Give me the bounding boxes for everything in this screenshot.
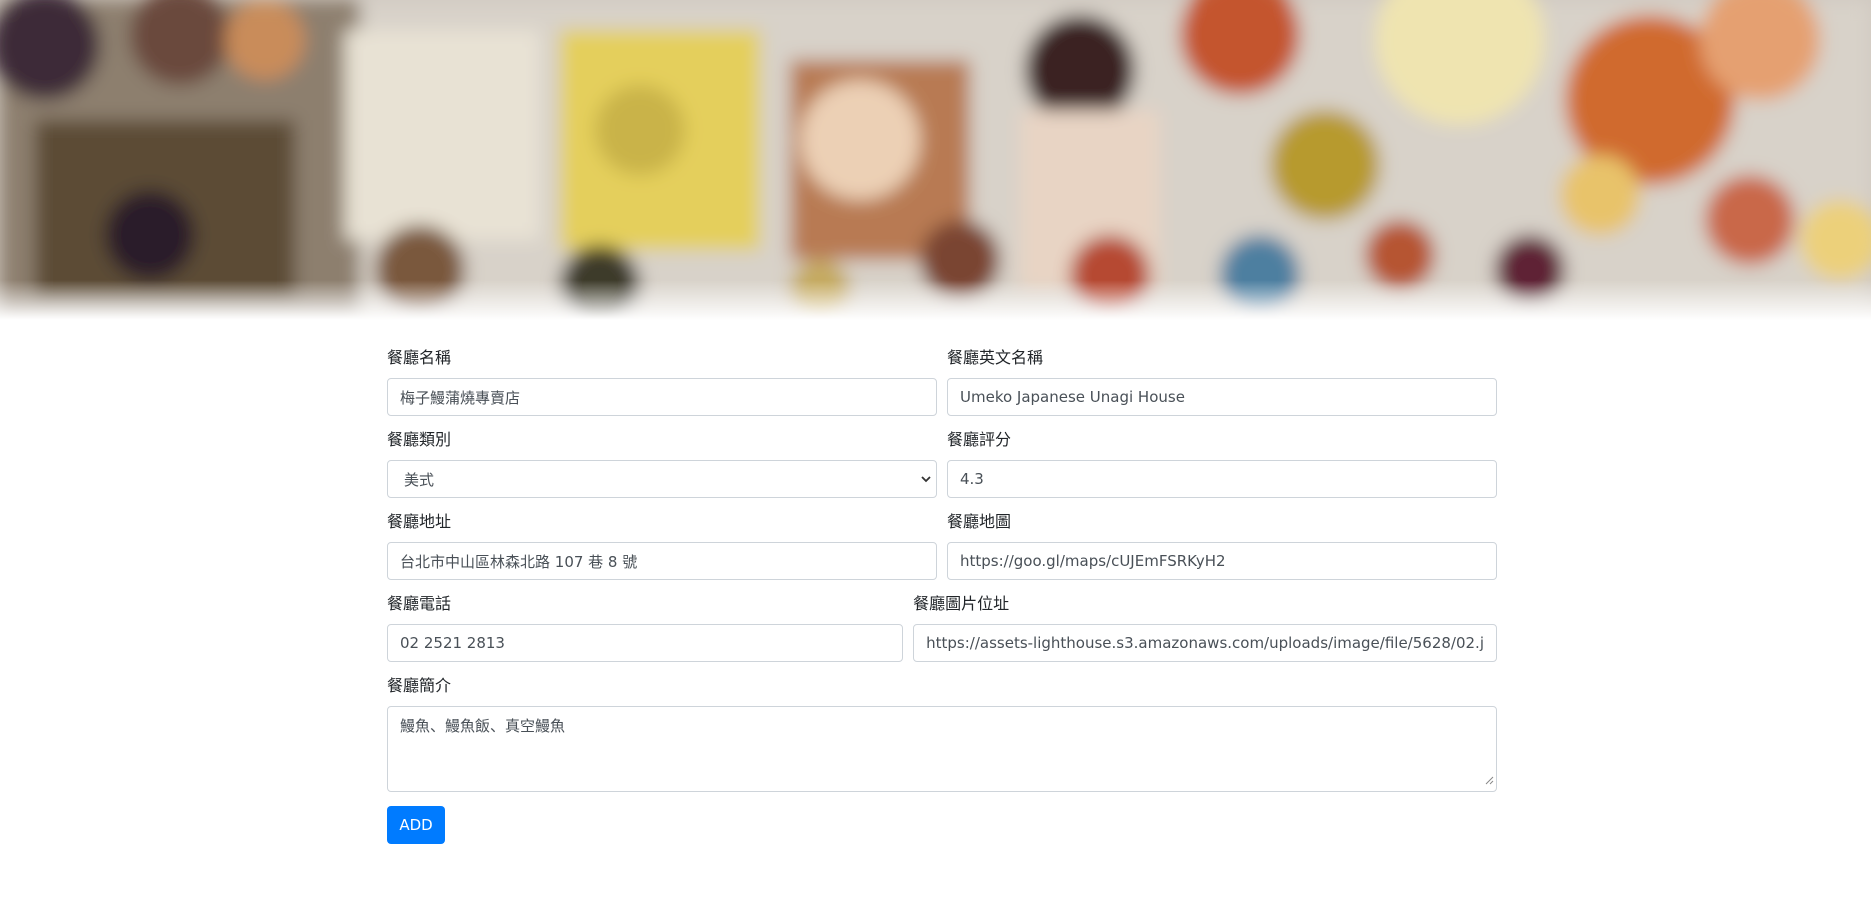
name-input[interactable]: 梅子鰻蒲燒專賣店	[387, 378, 937, 416]
image-url-input[interactable]: https://assets-lighthouse.s3.amazonaws.c…	[913, 624, 1497, 662]
form-row-name: 餐廳名稱 梅子鰻蒲燒專賣店 餐廳英文名稱 Umeko Japanese Unag…	[387, 348, 1497, 430]
resize-handle-icon[interactable]	[1484, 771, 1494, 789]
new-restaurant-form: 餐廳名稱 梅子鰻蒲燒專賣店 餐廳英文名稱 Umeko Japanese Unag…	[387, 348, 1497, 844]
name-en-label: 餐廳英文名稱	[947, 348, 1044, 367]
rating-group: 餐廳評分 4.3	[947, 430, 1497, 498]
description-text: 鰻魚、鰻魚飯、真空鰻魚	[400, 717, 566, 735]
map-input[interactable]: https://goo.gl/maps/cUJEmFSRKyH2	[947, 542, 1497, 580]
category-select[interactable]: 美式	[387, 460, 937, 498]
phone-label: 餐廳電話	[387, 594, 452, 613]
category-label: 餐廳類別	[387, 430, 452, 449]
banner-fade	[0, 280, 1871, 320]
form-row-category: 餐廳類別 美式 餐廳評分 4.3	[387, 430, 1497, 512]
description-group: 餐廳簡介 鰻魚、鰻魚飯、真空鰻魚	[387, 676, 1497, 792]
map-group: 餐廳地圖 https://goo.gl/maps/cUJEmFSRKyH2	[947, 512, 1497, 580]
food-banner-image	[0, 0, 1871, 320]
image-label: 餐廳圖片位址	[913, 594, 1010, 613]
chevron-down-icon	[920, 473, 932, 485]
name-label: 餐廳名稱	[387, 348, 452, 367]
rating-label: 餐廳評分	[947, 430, 1012, 449]
phone-group: 餐廳電話 02 2521 2813	[387, 594, 904, 662]
rating-input[interactable]: 4.3	[947, 460, 1497, 498]
location-input[interactable]: 台北市中山區林森北路 107 巷 8 號	[387, 542, 937, 580]
form-row-location: 餐廳地址 台北市中山區林森北路 107 巷 8 號 餐廳地圖 https://g…	[387, 512, 1497, 594]
add-button[interactable]: ADD	[387, 806, 445, 844]
hero-banner	[0, 0, 1871, 320]
name-en-group: 餐廳英文名稱 Umeko Japanese Unagi House	[947, 348, 1497, 416]
name-group: 餐廳名稱 梅子鰻蒲燒專賣店	[387, 348, 937, 416]
description-textarea[interactable]: 鰻魚、鰻魚飯、真空鰻魚	[387, 706, 1497, 792]
location-label: 餐廳地址	[387, 512, 452, 531]
name-en-input[interactable]: Umeko Japanese Unagi House	[947, 378, 1497, 416]
description-label: 餐廳簡介	[387, 676, 452, 695]
map-label: 餐廳地圖	[947, 512, 1012, 531]
category-selected-value: 美式	[404, 470, 435, 489]
phone-input[interactable]: 02 2521 2813	[387, 624, 904, 662]
category-group: 餐廳類別 美式	[387, 430, 937, 498]
image-group: 餐廳圖片位址 https://assets-lighthouse.s3.amaz…	[913, 594, 1497, 662]
form-row-phone: 餐廳電話 02 2521 2813 餐廳圖片位址 https://assets-…	[387, 594, 1497, 676]
location-group: 餐廳地址 台北市中山區林森北路 107 巷 8 號	[387, 512, 937, 580]
